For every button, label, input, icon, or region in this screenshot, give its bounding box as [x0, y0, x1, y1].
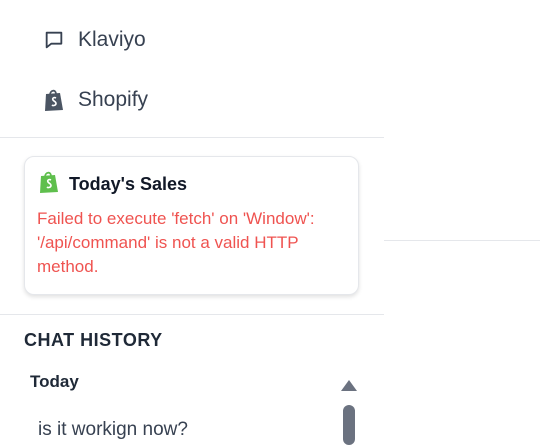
sidebar-item-shopify[interactable]: Shopify — [42, 85, 148, 115]
sidebar-item-klaviyo[interactable]: Klaviyo — [42, 25, 146, 55]
main-divider — [384, 240, 540, 241]
chat-bubble-icon — [42, 28, 66, 52]
divider — [0, 314, 384, 315]
scrollbar[interactable] — [339, 374, 359, 445]
scrollbar-thumb[interactable] — [343, 405, 355, 445]
card-title: Today's Sales — [69, 174, 188, 194]
shopify-bag-icon — [38, 170, 60, 199]
sidebar-item-label: Shopify — [78, 88, 149, 111]
scroll-up-arrow-icon[interactable] — [341, 380, 357, 391]
chat-history-title: CHAT HISTORY — [24, 330, 163, 350]
history-group-label: Today — [30, 372, 79, 391]
divider — [0, 137, 384, 138]
history-item[interactable]: is it workign now? — [38, 419, 188, 441]
error-message: Failed to execute 'fetch' on 'Window': '… — [37, 209, 315, 276]
sidebar-item-label: Klaviyo — [78, 28, 146, 51]
shopify-bag-icon — [42, 88, 66, 112]
card-header: Today's Sales — [38, 170, 187, 199]
todays-sales-card: Today's Sales Failed to execute 'fetch' … — [24, 156, 359, 295]
sidebar: Klaviyo Shopify Today's Sales Failed to … — [0, 0, 384, 445]
